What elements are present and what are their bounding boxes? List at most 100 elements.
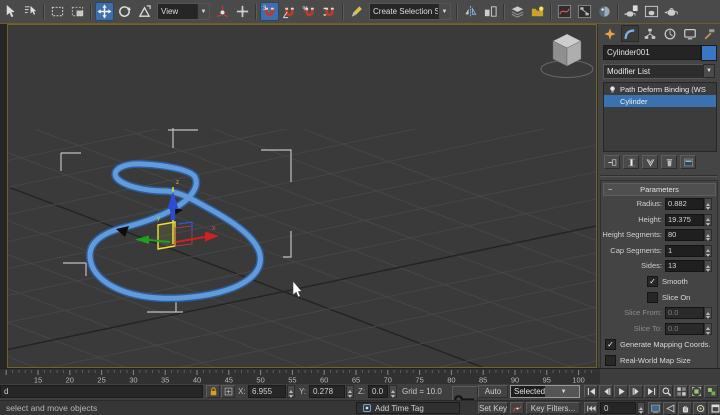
current-frame-spinner[interactable]	[637, 402, 645, 414]
perspective-viewport[interactable]: x y z	[7, 24, 597, 368]
gizmo-y-arrow[interactable]	[135, 236, 149, 245]
z-coord-field[interactable]: 0.0	[368, 385, 388, 398]
parameter-value-field[interactable]: 19.375	[665, 214, 704, 226]
object-color-swatch[interactable]	[701, 45, 717, 61]
dropdown-arrow-icon[interactable]: ▼	[545, 386, 579, 397]
parameter-value-field[interactable]: 0.0	[665, 307, 704, 319]
modifier-stack[interactable]: Path Deform Binding (WSCylinder	[603, 82, 717, 152]
percent-snap-toggle[interactable]	[300, 2, 319, 21]
parameter-value-field[interactable]: 80	[665, 229, 704, 241]
key-mode-toggle[interactable]	[584, 402, 598, 414]
previous-frame[interactable]	[599, 385, 613, 398]
next-frame[interactable]	[629, 385, 643, 398]
select-and-scale[interactable]	[135, 2, 154, 21]
zoom-extents-all[interactable]	[704, 385, 718, 398]
parameter-spinner[interactable]	[704, 198, 712, 210]
remove-modifier[interactable]	[661, 155, 677, 169]
schematic-view[interactable]	[575, 2, 594, 21]
modifier-list-arrow-icon[interactable]: ▼	[703, 64, 715, 78]
parameters-rollout-header[interactable]: − Parameters	[603, 183, 716, 196]
modifier-list-dropdown[interactable]: Modifier List	[603, 64, 705, 79]
tab-modify[interactable]	[621, 25, 639, 42]
auto-key-button[interactable]: Auto Key	[478, 385, 508, 398]
layer-manager[interactable]	[508, 2, 527, 21]
parameter-value-field[interactable]: 13	[665, 260, 704, 272]
parameter-spinner[interactable]	[704, 245, 712, 257]
tab-create[interactable]	[601, 25, 619, 42]
zoom-extents[interactable]	[689, 385, 703, 398]
modifier-stack-item[interactable]: Cylinder	[604, 95, 716, 107]
show-end-result[interactable]	[623, 155, 639, 169]
window-crossing-toggle[interactable]	[68, 2, 87, 21]
track-bar[interactable]: 1520253035404550556065707580859095100	[0, 368, 600, 384]
configure-modifier-sets[interactable]	[680, 155, 696, 169]
parameter-spinner[interactable]	[704, 214, 712, 226]
angle-snap-toggle[interactable]	[280, 2, 299, 21]
gen-mapping-checkbox[interactable]: ✓	[605, 339, 616, 350]
select-object[interactable]	[1, 2, 20, 21]
parameter-value-field[interactable]: 1	[665, 245, 704, 257]
select-and-rotate[interactable]	[115, 2, 134, 21]
current-frame-field[interactable]: 0	[600, 402, 636, 414]
parameter-spinner[interactable]	[704, 229, 712, 241]
material-editor[interactable]	[595, 2, 614, 21]
orbit-viewport[interactable]	[693, 402, 707, 415]
key-selection-dropdown[interactable]: Selected ▼	[510, 385, 580, 398]
go-to-end[interactable]	[644, 385, 658, 398]
toggle-scene-explorer[interactable]	[528, 2, 547, 21]
snaps-toggle[interactable]	[260, 2, 279, 21]
zoom-all[interactable]	[674, 385, 688, 398]
select-and-manipulate[interactable]	[233, 2, 252, 21]
reference-coordinate-dropdown[interactable]: View▼	[157, 3, 210, 20]
x-coord-spinner[interactable]	[287, 385, 295, 398]
rendered-frame-window[interactable]	[642, 2, 661, 21]
make-unique[interactable]	[642, 155, 658, 169]
viewport-canvas[interactable]: x y z	[8, 25, 596, 367]
set-key-button[interactable]: Set Key	[478, 402, 508, 414]
go-to-start[interactable]	[584, 385, 598, 398]
tab-display[interactable]	[681, 25, 699, 42]
gizmo-x-arrow[interactable]	[205, 232, 219, 242]
slice-on-checkbox[interactable]	[647, 292, 658, 303]
viewcube[interactable]	[541, 34, 593, 78]
dropdown-arrow-icon[interactable]: ▼	[438, 4, 450, 19]
y-coord-spinner[interactable]	[346, 385, 354, 398]
align[interactable]	[481, 2, 500, 21]
maximize-viewport-toggle[interactable]	[708, 402, 720, 415]
bulb-icon[interactable]	[608, 85, 617, 94]
modifier-stack-item[interactable]: Path Deform Binding (WS	[604, 83, 716, 95]
z-coord-spinner[interactable]	[389, 385, 397, 398]
zoom[interactable]	[659, 385, 673, 398]
selection-lock-toggle[interactable]	[206, 385, 220, 398]
pan-view[interactable]	[678, 402, 692, 415]
use-pivot-point-center[interactable]	[213, 2, 232, 21]
mirror[interactable]	[461, 2, 480, 21]
parameter-spinner[interactable]	[704, 307, 712, 319]
new-key-default-in-out-tangents[interactable]	[510, 402, 524, 414]
render-setup[interactable]	[622, 2, 641, 21]
dropdown-arrow-icon[interactable]: ▼	[197, 4, 209, 19]
select-by-name[interactable]	[21, 2, 40, 21]
named-selection-sets-dropdown[interactable]: Create Selection Se▼	[369, 3, 451, 20]
real-world-checkbox[interactable]	[605, 355, 616, 366]
rectangular-selection-region[interactable]	[48, 2, 67, 21]
select-and-move[interactable]	[95, 2, 114, 21]
absolute-mode-toggle[interactable]	[221, 385, 235, 398]
time-tag-field[interactable]: Add Time Tag	[356, 402, 460, 414]
key-filters-button[interactable]: Key Filters...	[526, 402, 580, 414]
parameter-spinner[interactable]	[704, 323, 712, 335]
tab-hierarchy[interactable]	[641, 25, 659, 42]
curve-editor[interactable]	[555, 2, 574, 21]
smooth-checkbox[interactable]: ✓	[647, 276, 658, 287]
pin-stack[interactable]	[604, 155, 620, 169]
parameter-value-field[interactable]: 0.0	[665, 323, 704, 335]
pan-zoom-2d[interactable]	[648, 402, 662, 415]
field-of-view[interactable]	[663, 402, 677, 415]
x-coord-field[interactable]: 6.955	[248, 385, 286, 398]
tab-utilities[interactable]	[701, 25, 719, 42]
edit-named-selection-sets[interactable]	[347, 2, 366, 21]
parameter-spinner[interactable]	[704, 260, 712, 272]
spinner-snap-toggle[interactable]	[320, 2, 339, 21]
play-animation[interactable]	[614, 385, 628, 398]
render-production[interactable]	[662, 2, 681, 21]
